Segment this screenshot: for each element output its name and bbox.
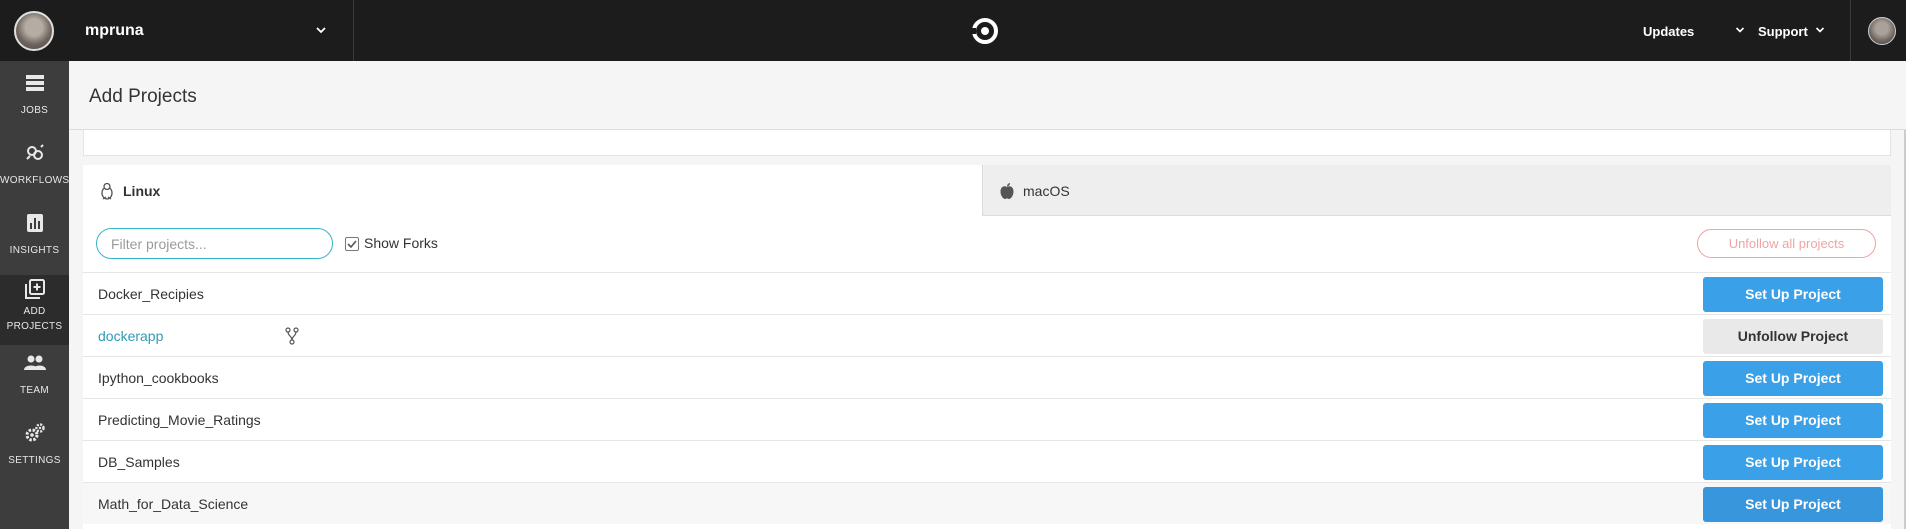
sidebar: JOBS WORKFLOWS INSIGHTS ADD PROJECTS TEA… <box>0 61 69 529</box>
page-title: Add Projects <box>89 86 197 107</box>
topbar-divider <box>1850 0 1851 61</box>
os-tabs: Linux macOS <box>83 165 1891 216</box>
setup-project-button[interactable]: Set Up Project <box>1703 277 1883 312</box>
sidebar-item-settings[interactable]: SETTINGS <box>0 423 69 479</box>
user-avatar[interactable] <box>1868 17 1896 45</box>
setup-project-button[interactable]: Set Up Project <box>1703 487 1883 522</box>
add-projects-icon <box>24 279 45 299</box>
project-row: Math_for_Data_Science Set Up Project <box>83 482 1891 524</box>
page-header: Add Projects <box>69 61 1906 130</box>
linux-icon <box>101 182 113 200</box>
team-icon <box>23 355 46 370</box>
topbar-divider <box>353 0 354 61</box>
jobs-icon <box>25 75 44 91</box>
project-row: DB_Samples Set Up Project <box>83 440 1891 482</box>
workflows-icon <box>25 144 44 160</box>
insights-icon <box>26 214 43 232</box>
sidebar-item-label: PROJECTS <box>6 321 63 332</box>
sidebar-item-jobs[interactable]: JOBS <box>0 73 69 129</box>
nav-support[interactable]: Support <box>1758 24 1808 39</box>
setup-project-button[interactable]: Set Up Project <box>1703 445 1883 480</box>
chevron-down-icon[interactable] <box>1735 25 1745 35</box>
project-name: Ipython_cookbooks <box>98 370 219 386</box>
tab-macos[interactable]: macOS <box>982 165 1891 216</box>
project-name-link[interactable]: dockerapp <box>98 328 163 344</box>
unfollow-project-button[interactable]: Unfollow Project <box>1703 319 1883 354</box>
circleci-logo-icon[interactable] <box>971 17 999 45</box>
settings-icon <box>25 423 45 442</box>
project-name: Docker_Recipies <box>98 286 204 302</box>
sidebar-item-label: SETTINGS <box>8 455 61 466</box>
project-row: dockerapp Unfollow Project <box>83 314 1891 356</box>
apple-icon <box>1000 183 1014 199</box>
setup-project-button[interactable]: Set Up Project <box>1703 361 1883 396</box>
setup-project-button[interactable]: Set Up Project <box>1703 403 1883 438</box>
org-name[interactable]: mpruna <box>85 22 144 40</box>
chevron-down-icon[interactable] <box>1815 25 1825 35</box>
sidebar-item-add-projects[interactable]: ADD PROJECTS <box>0 275 69 345</box>
project-name: DB_Samples <box>98 454 180 470</box>
project-name: Predicting_Movie_Ratings <box>98 412 261 428</box>
unfollow-all-button[interactable]: Unfollow all projects <box>1697 229 1876 258</box>
sidebar-item-label: WORKFLOWS <box>0 175 70 186</box>
filter-projects-input[interactable] <box>96 228 333 259</box>
show-forks-checkbox[interactable] <box>345 237 359 251</box>
top-bar: mpruna Updates Support <box>0 0 1906 61</box>
sidebar-item-label: INSIGHTS <box>9 245 60 256</box>
project-row: Predicting_Movie_Ratings Set Up Project <box>83 398 1891 440</box>
org-avatar[interactable] <box>14 11 54 51</box>
sidebar-item-workflows[interactable]: WORKFLOWS <box>0 143 69 199</box>
project-row: Docker_Recipies Set Up Project <box>83 272 1891 314</box>
tab-label: Linux <box>123 183 161 199</box>
sidebar-item-label: JOBS <box>20 105 49 116</box>
sidebar-item-label: TEAM <box>20 385 49 396</box>
checkmark-icon <box>347 240 357 249</box>
project-row: Ipython_cookbooks Set Up Project <box>83 356 1891 398</box>
card <box>83 130 1891 156</box>
show-forks-label[interactable]: Show Forks <box>364 235 438 251</box>
nav-updates[interactable]: Updates <box>1643 24 1694 39</box>
tab-linux[interactable]: Linux <box>83 165 982 216</box>
sidebar-item-team[interactable]: TEAM <box>0 353 69 409</box>
sidebar-item-label: ADD <box>23 306 46 317</box>
chevron-down-icon[interactable] <box>315 24 327 36</box>
project-name: Math_for_Data_Science <box>98 496 249 512</box>
fork-icon <box>285 327 299 345</box>
sidebar-item-insights[interactable]: INSIGHTS <box>0 213 69 269</box>
tab-label: macOS <box>1023 183 1070 199</box>
